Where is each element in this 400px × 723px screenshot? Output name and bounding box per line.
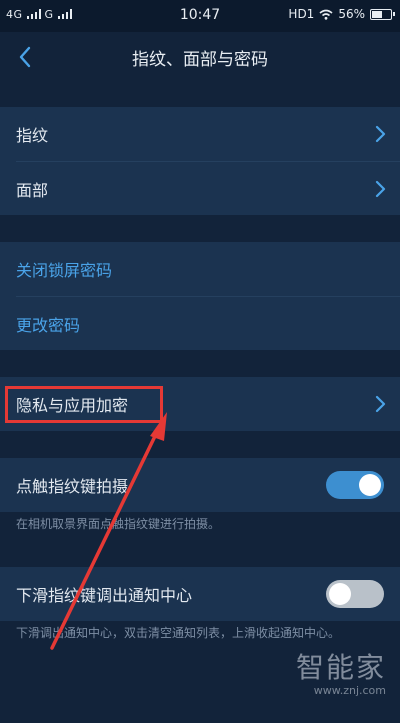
fingerprint-capture-item: 点触指纹键拍摄 — [0, 458, 400, 511]
face-label: 面部 — [16, 181, 49, 200]
battery-icon — [370, 8, 395, 20]
battery-fill — [372, 10, 382, 18]
notification-center-toggle[interactable] — [326, 580, 384, 608]
face-item[interactable]: 面部 — [0, 162, 400, 215]
disable-lock-password-label: 关闭锁屏密码 — [16, 261, 113, 280]
watermark: 智能家 www.znj.com — [296, 646, 386, 697]
status-right: HD1 56% — [288, 7, 395, 21]
change-password-item[interactable]: 更改密码 — [0, 297, 400, 350]
toggle-knob — [329, 583, 351, 605]
notify-group: 下滑指纹键调出通知中心 — [0, 567, 400, 621]
fingerprint-capture-toggle[interactable] — [326, 471, 384, 499]
notification-center-item: 下滑指纹键调出通知中心 — [0, 567, 400, 620]
disable-lock-password-item[interactable]: 关闭锁屏密码 — [0, 242, 400, 295]
wifi-icon — [319, 9, 333, 20]
status-bar: 4G G 10:47 HD1 56% — [0, 0, 400, 32]
toggle-knob — [359, 474, 381, 496]
change-password-label: 更改密码 — [16, 316, 81, 335]
notify-description: 下滑调出通知中心，双击清空通知列表，上滑收起通知中心。 — [16, 626, 341, 640]
biometric-group: 指纹 面部 — [0, 107, 400, 215]
chevron-right-icon — [375, 180, 386, 198]
fingerprint-item[interactable]: 指纹 — [0, 107, 400, 160]
battery-percent: 56% — [338, 7, 365, 21]
page-title: 指纹、面部与密码 — [132, 50, 268, 70]
capture-group: 点触指纹键拍摄 — [0, 458, 400, 512]
password-group: 关闭锁屏密码 更改密码 — [0, 242, 400, 350]
capture-description: 在相机取景界面点触指纹键进行拍摄。 — [16, 517, 221, 531]
fingerprint-label: 指纹 — [16, 126, 49, 145]
chevron-right-icon — [375, 125, 386, 143]
app-header: 指纹、面部与密码 — [0, 32, 400, 82]
chevron-right-icon — [375, 395, 386, 413]
notification-center-label: 下滑指纹键调出通知中心 — [16, 586, 193, 605]
network-label: HD1 — [288, 7, 315, 21]
watermark-logo: 智能家 — [295, 651, 386, 684]
fingerprint-capture-label: 点触指纹键拍摄 — [16, 477, 129, 496]
highlight-box — [5, 386, 163, 423]
